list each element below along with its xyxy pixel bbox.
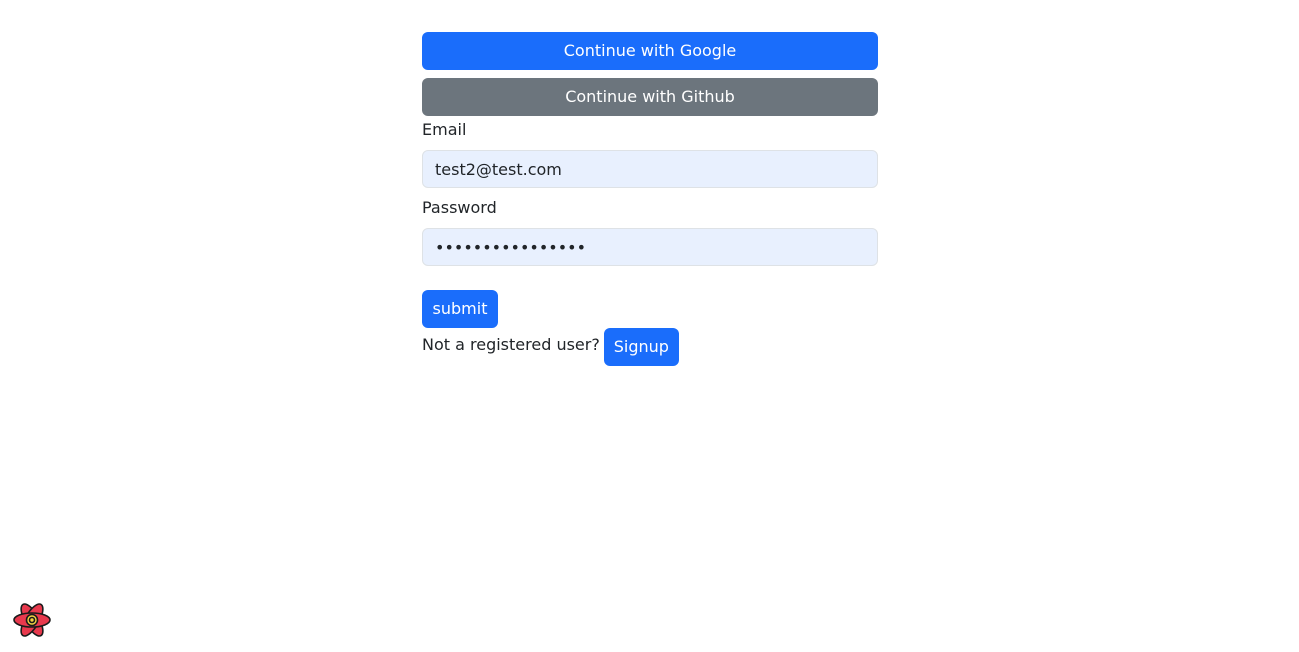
signup-row: Not a registered user? Signup: [422, 328, 878, 366]
email-label: Email: [422, 120, 467, 139]
continue-with-google-button[interactable]: Continue with Google: [422, 32, 878, 70]
email-input[interactable]: [422, 150, 878, 188]
password-input[interactable]: [422, 228, 878, 266]
signup-prompt-text: Not a registered user?: [422, 335, 600, 354]
submit-button[interactable]: submit: [422, 290, 498, 328]
login-page: Continue with Google Continue with Githu…: [0, 0, 1299, 652]
signup-button[interactable]: Signup: [603, 328, 679, 366]
react-logo-svg: [13, 603, 51, 637]
login-form: Continue with Google Continue with Githu…: [422, 32, 878, 366]
continue-with-github-button[interactable]: Continue with Github: [422, 78, 878, 116]
password-label: Password: [422, 198, 497, 217]
react-logo-icon[interactable]: [12, 600, 52, 640]
